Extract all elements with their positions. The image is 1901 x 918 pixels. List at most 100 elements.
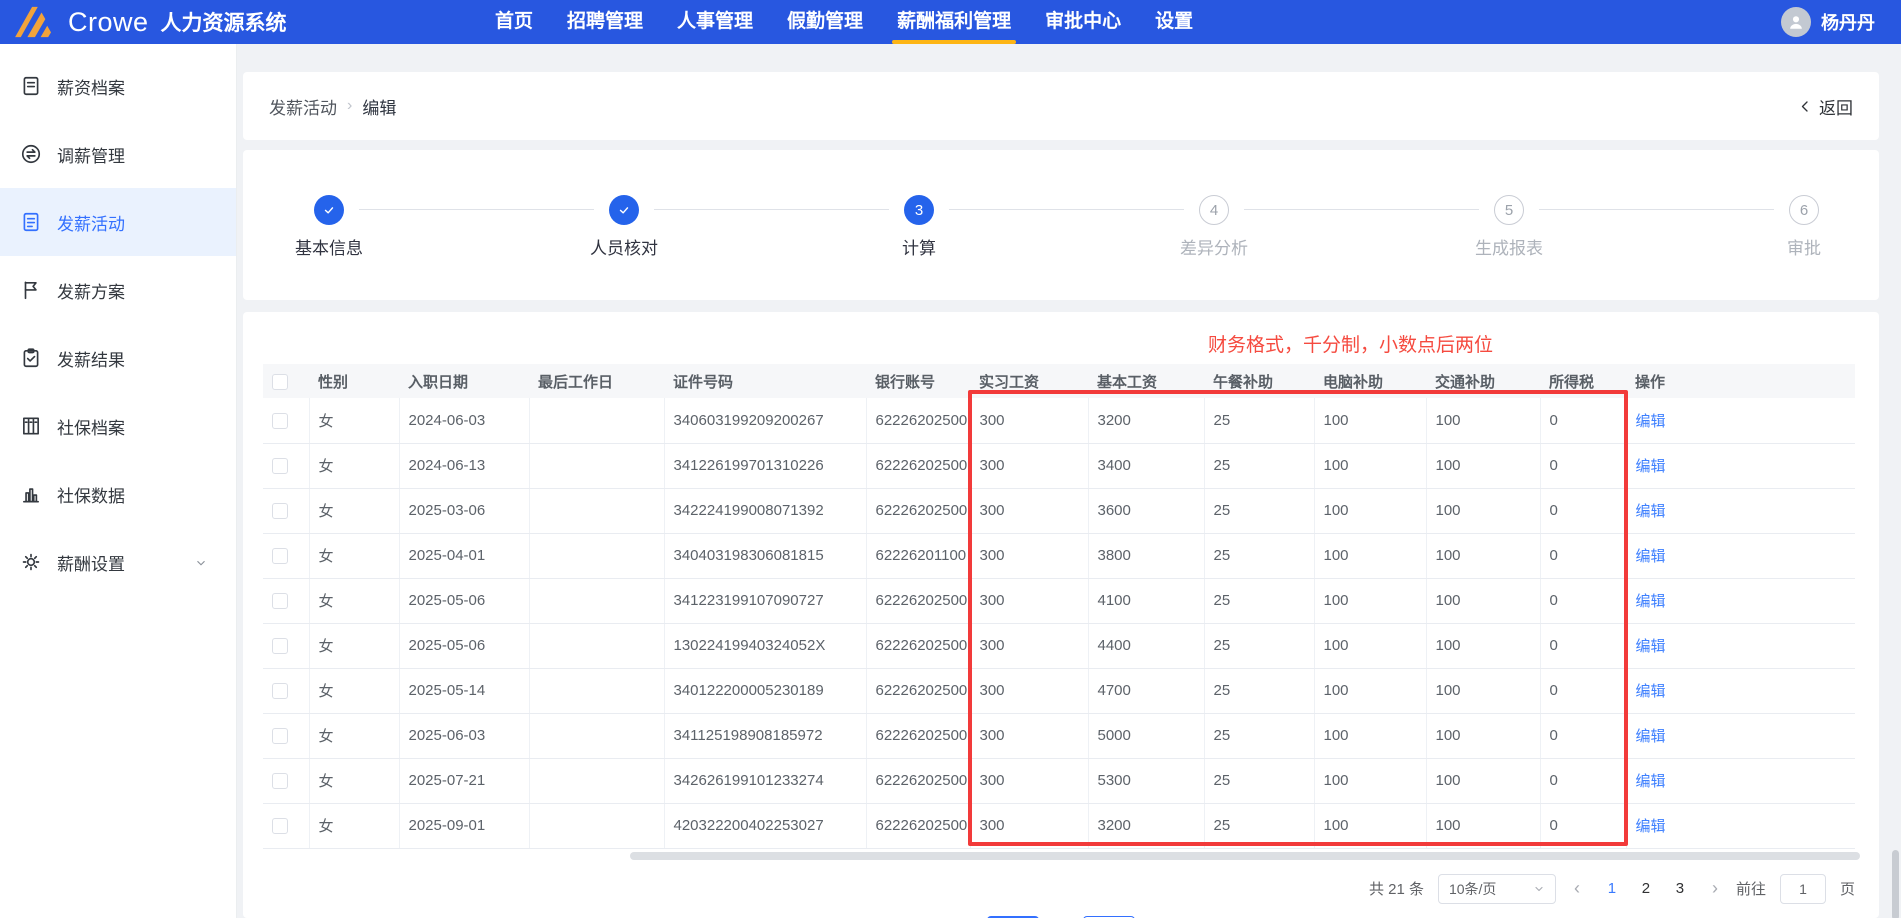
cell-hire-date: 2025-05-06: [399, 578, 530, 624]
row-select-cell: [263, 803, 310, 849]
edit-link[interactable]: 编辑: [1636, 503, 1666, 520]
page-number-3[interactable]: 3: [1666, 880, 1694, 897]
step-6: 6 审批: [1734, 195, 1874, 259]
cell-income-tax: 0: [1540, 758, 1627, 804]
sidebar-item-1[interactable]: 薪资档案: [0, 52, 236, 120]
column-header-2: 入职日期: [399, 364, 529, 398]
nav-item-4[interactable]: 假勤管理: [770, 0, 880, 44]
edit-link[interactable]: 编辑: [1636, 458, 1666, 475]
cell-transport-allowance: 100: [1426, 533, 1541, 579]
cell-base-salary: 4400: [1088, 623, 1205, 669]
cell-base-salary: 4100: [1088, 578, 1205, 624]
table-card: 性别 入职日期 最后工作日 证件号码 银行账号 实习工资 基本工资 午餐补助 电脑补助 交通补助所…: [243, 312, 1879, 918]
cell-intern-salary: 300: [970, 578, 1089, 624]
column-header-12: 操作: [1626, 364, 1855, 398]
cell-hire-date: 2024-06-13: [399, 443, 530, 489]
page-size-select[interactable]: 10条/页: [1437, 873, 1556, 904]
back-button[interactable]: 返回: [1798, 94, 1853, 119]
user-menu[interactable]: 杨丹丹: [1781, 0, 1875, 44]
edit-link[interactable]: 编辑: [1636, 413, 1666, 430]
row-checkbox[interactable]: [272, 683, 288, 700]
sidebar-item-label: 发薪活动: [57, 214, 125, 234]
sidebar-item-6[interactable]: 社保档案: [0, 392, 236, 460]
row-checkbox[interactable]: [272, 548, 288, 565]
row-checkbox[interactable]: [272, 728, 288, 745]
flag-icon: [20, 279, 42, 301]
cell-bank-account: 62226201100: [866, 533, 971, 579]
cell-lunch-allowance: 25: [1204, 488, 1315, 534]
cell-actions: 编辑: [1626, 668, 1855, 714]
nav-item-6[interactable]: 审批中心: [1028, 0, 1138, 44]
cell-hire-date: 2025-04-01: [399, 533, 530, 579]
edit-link[interactable]: 编辑: [1636, 593, 1666, 610]
edit-link[interactable]: 编辑: [1636, 548, 1666, 565]
chevron-down-icon: [1535, 886, 1543, 891]
cell-hire-date: 2025-07-21: [399, 758, 530, 804]
prev-page-button[interactable]: ‹: [1570, 878, 1584, 899]
row-select-cell: [263, 533, 310, 579]
cell-transport-allowance: 100: [1426, 758, 1541, 804]
row-select-cell: [263, 443, 310, 489]
cell-last-work-day: [529, 623, 665, 669]
step-circle: 4: [1199, 195, 1229, 225]
edit-link[interactable]: 编辑: [1636, 818, 1666, 835]
row-checkbox[interactable]: [272, 773, 288, 790]
edit-link[interactable]: 编辑: [1636, 683, 1666, 700]
vertical-scrollbar[interactable]: [1892, 850, 1899, 918]
sidebar-item-4[interactable]: 发薪方案: [0, 256, 236, 324]
sidebar-item-label: 薪酬设置: [57, 554, 125, 574]
cell-computer-allowance: 100: [1314, 398, 1427, 444]
nav-item-3[interactable]: 人事管理: [660, 0, 770, 44]
page-number-1[interactable]: 1: [1598, 880, 1626, 897]
cell-transport-allowance: 100: [1426, 668, 1541, 714]
row-checkbox[interactable]: [272, 458, 288, 475]
row-checkbox[interactable]: [272, 593, 288, 610]
row-checkbox[interactable]: [272, 412, 288, 429]
cell-income-tax: 0: [1540, 398, 1627, 444]
archive-icon: [20, 415, 42, 437]
edit-link[interactable]: 编辑: [1636, 728, 1666, 745]
cell-intern-salary: 300: [970, 443, 1089, 489]
cell-actions: 编辑: [1626, 758, 1855, 804]
row-checkbox[interactable]: [272, 638, 288, 655]
page-number-2[interactable]: 2: [1632, 880, 1660, 897]
edit-link[interactable]: 编辑: [1636, 773, 1666, 790]
nav-item-1[interactable]: 首页: [478, 0, 550, 44]
row-checkbox[interactable]: [272, 818, 288, 835]
nav-item-5[interactable]: 薪酬福利管理: [880, 0, 1028, 44]
sidebar-item-8[interactable]: 薪酬设置: [0, 528, 236, 596]
breadcrumb-parent[interactable]: 发薪活动: [269, 94, 337, 119]
sidebar-item-7[interactable]: 社保数据: [0, 460, 236, 528]
sidebar-item-label: 发薪方案: [57, 282, 125, 302]
cell-hire-date: 2025-05-06: [399, 623, 530, 669]
cell-id-number: 342626199101233274: [664, 758, 867, 804]
breadcrumb-current: 编辑: [362, 98, 397, 118]
row-checkbox[interactable]: [272, 503, 288, 520]
nav-item-7[interactable]: 设置: [1138, 0, 1210, 44]
edit-link[interactable]: 编辑: [1636, 638, 1666, 655]
avatar: [1781, 7, 1811, 37]
cell-computer-allowance: 100: [1314, 803, 1427, 849]
step-label: 计算: [902, 239, 936, 258]
row-select-cell: [263, 668, 310, 714]
cell-computer-allowance: 100: [1314, 488, 1427, 534]
cell-transport-allowance: 100: [1426, 803, 1541, 849]
cell-hire-date: 2025-06-03: [399, 713, 530, 759]
brand: Crowe 人力资源系统: [0, 5, 287, 39]
cell-id-number: 341223199107090727: [664, 578, 867, 624]
table-row: 女 2025-03-06 342224199008071392 62226202500…: [263, 488, 1855, 534]
cell-id-number: 420322200402253027: [664, 803, 867, 849]
cell-intern-salary: 300: [970, 713, 1089, 759]
select-all-checkbox[interactable]: [272, 373, 288, 390]
horizontal-scrollbar[interactable]: [630, 851, 1860, 860]
sidebar-item-3[interactable]: 发薪活动: [0, 188, 236, 256]
row-select-cell: [263, 713, 310, 759]
cell-actions: 编辑: [1626, 623, 1855, 669]
sidebar-item-5[interactable]: 发薪结果: [0, 324, 236, 392]
sidebar-item-2[interactable]: 调薪管理: [0, 120, 236, 188]
cell-last-work-day: [529, 578, 665, 624]
nav-item-2[interactable]: 招聘管理: [550, 0, 660, 44]
next-page-button[interactable]: ›: [1708, 878, 1722, 899]
crowe-logo-icon: [15, 6, 51, 38]
goto-page-input[interactable]: [1779, 873, 1826, 904]
